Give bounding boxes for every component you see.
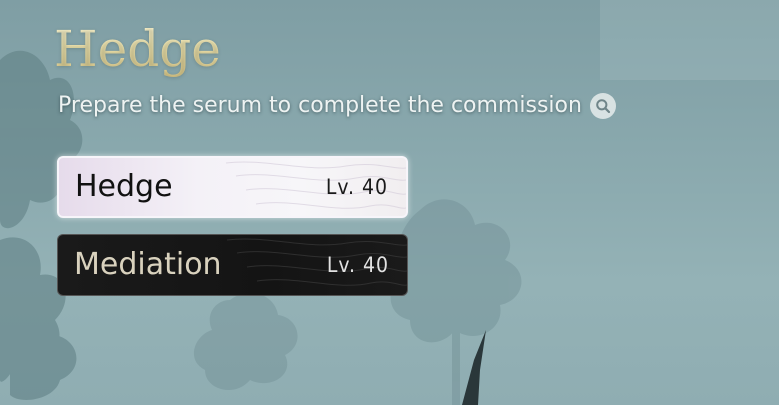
quest-title: Hedge [54,14,221,84]
option-level: Lv. 40 [326,253,389,277]
option-mediation[interactable]: Mediation Lv. 40 [57,234,408,296]
option-label: Hedge [75,169,173,204]
quest-objective: Prepare the serum to complete the commis… [58,91,616,121]
option-label: Mediation [74,247,222,282]
option-hedge-selected[interactable]: Hedge Lv. 40 [57,156,408,218]
quest-objective-text: Prepare the serum to complete the commis… [58,93,582,118]
option-level: Lv. 40 [325,175,388,199]
search-icon[interactable] [589,93,616,119]
